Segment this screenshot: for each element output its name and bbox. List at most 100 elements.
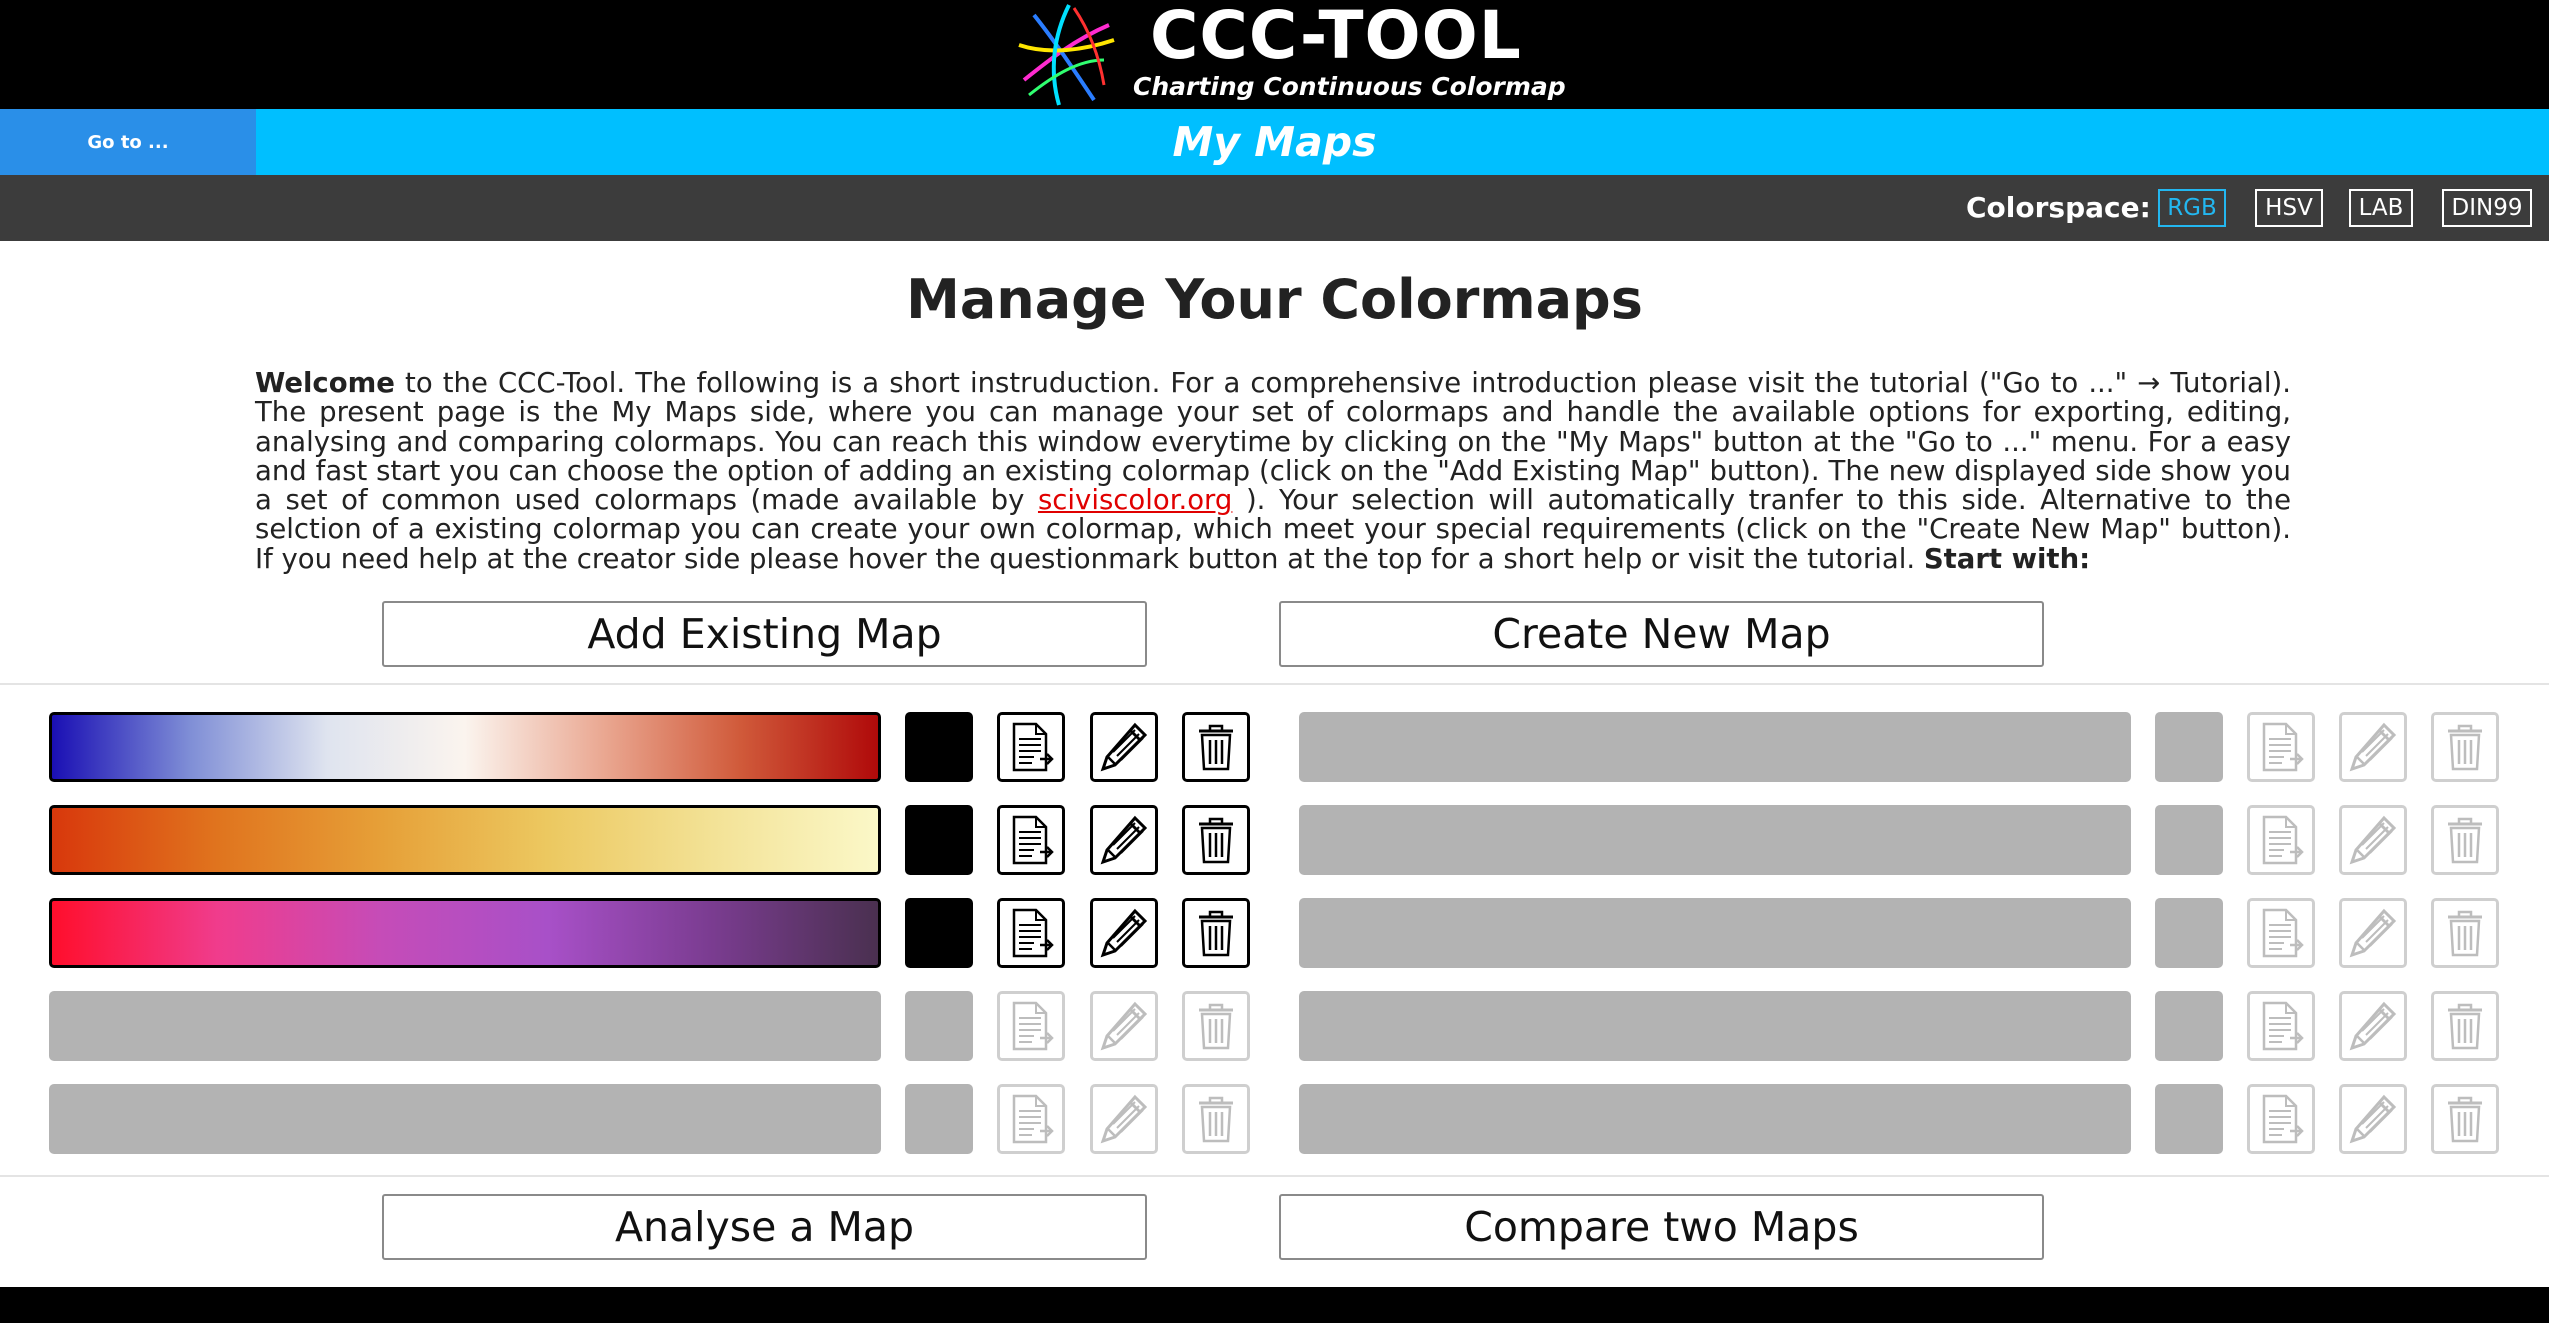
export-button-left-4	[997, 991, 1065, 1061]
delete-button-right-4	[2431, 991, 2499, 1061]
nan-color-swatch-left-1	[905, 712, 973, 782]
delete-button-left-3[interactable]	[1182, 898, 1250, 968]
nan-color-swatch-left-4	[905, 991, 973, 1061]
edit-button-right-4	[2339, 991, 2407, 1061]
nan-color-swatch-right-3	[2155, 898, 2223, 968]
intro-text: Welcome to the CCC-Tool. The following i…	[255, 367, 2291, 575]
edit-button-right-1	[2339, 712, 2407, 782]
edit-button-left-1[interactable]	[1090, 712, 1158, 782]
delete-button-right-2	[2431, 805, 2499, 875]
delete-button-left-1[interactable]	[1182, 712, 1250, 782]
nan-color-swatch-left-2	[905, 805, 973, 875]
compare-maps-button[interactable]: Compare two Maps	[1279, 1194, 2044, 1260]
nan-color-swatch-right-2	[2155, 805, 2223, 875]
nan-color-swatch-left-3	[905, 898, 973, 968]
add-existing-map-button[interactable]: Add Existing Map	[382, 601, 1147, 667]
app-title: CCC-TOOL	[1150, 0, 1522, 74]
colorspace-rgb-button[interactable]: RGB	[2158, 189, 2226, 227]
main-heading: Manage Your Colormaps	[906, 268, 1643, 331]
delete-trash-icon	[2440, 721, 2490, 773]
edit-pencil-icon	[2348, 814, 2398, 866]
colorspace-lab-button[interactable]: LAB	[2349, 189, 2413, 227]
edit-button-left-4	[1090, 991, 1158, 1061]
delete-trash-icon	[1191, 1093, 1241, 1145]
export-button-right-4	[2247, 991, 2315, 1061]
delete-trash-icon	[2440, 1093, 2490, 1145]
delete-trash-icon	[2440, 907, 2490, 959]
export-document-icon	[1006, 814, 1056, 866]
delete-button-right-1	[2431, 712, 2499, 782]
delete-trash-icon	[1191, 907, 1241, 959]
export-document-icon	[1006, 1093, 1056, 1145]
colormap-bar-right-2	[1299, 805, 2131, 875]
colormap-bar-right-5	[1299, 1084, 2131, 1154]
export-document-icon	[2256, 721, 2306, 773]
colormap-bar-right-4	[1299, 991, 2131, 1061]
export-document-icon	[1006, 1000, 1056, 1052]
delete-button-right-3	[2431, 898, 2499, 968]
delete-button-right-5	[2431, 1084, 2499, 1154]
export-button-right-2	[2247, 805, 2315, 875]
app-subtitle: Charting Continuous Colormap	[1133, 72, 1566, 101]
edit-button-left-5	[1090, 1084, 1158, 1154]
edit-pencil-icon	[2348, 721, 2398, 773]
delete-trash-icon	[1191, 814, 1241, 866]
colorspace-din99-button[interactable]: DIN99	[2442, 189, 2532, 227]
export-document-icon	[1006, 721, 1056, 773]
colorspace-bar: Colorspace: RGB HSV LAB DIN99	[0, 175, 2549, 241]
ccc-tool-logo-icon	[1018, 4, 1115, 106]
colormap-bar-right-1	[1299, 712, 2131, 782]
export-button-right-3	[2247, 898, 2315, 968]
colormap-bar-left-1[interactable]	[49, 712, 881, 782]
edit-pencil-icon	[2348, 1000, 2398, 1052]
edit-pencil-icon	[1099, 1000, 1149, 1052]
export-document-icon	[2256, 1093, 2306, 1145]
sciviscolor-link[interactable]: sciviscolor.org	[1038, 484, 1232, 516]
export-button-left-3[interactable]	[997, 898, 1065, 968]
colormap-bar-right-3	[1299, 898, 2131, 968]
nan-color-swatch-left-5	[905, 1084, 973, 1154]
edit-button-right-2	[2339, 805, 2407, 875]
edit-button-right-5	[2339, 1084, 2407, 1154]
export-document-icon	[1006, 907, 1056, 959]
nan-color-swatch-right-1	[2155, 712, 2223, 782]
colormap-bar-left-5	[49, 1084, 881, 1154]
analyse-map-button[interactable]: Analyse a Map	[382, 1194, 1147, 1260]
edit-pencil-icon	[2348, 907, 2398, 959]
header: CCC-TOOL Charting Continuous Colormap	[0, 0, 2549, 109]
delete-button-left-2[interactable]	[1182, 805, 1250, 875]
intro-start: Start with:	[1923, 542, 2091, 575]
create-new-map-button[interactable]: Create New Map	[1279, 601, 2044, 667]
delete-trash-icon	[2440, 1000, 2490, 1052]
edit-pencil-icon	[1099, 907, 1149, 959]
edit-pencil-icon	[1099, 721, 1149, 773]
export-button-right-1	[2247, 712, 2315, 782]
colormap-bar-left-2[interactable]	[49, 805, 881, 875]
colormap-bar-left-3[interactable]	[49, 898, 881, 968]
edit-button-right-3	[2339, 898, 2407, 968]
export-button-left-2[interactable]	[997, 805, 1065, 875]
delete-button-left-4	[1182, 991, 1250, 1061]
edit-pencil-icon	[1099, 814, 1149, 866]
colormap-bar-left-4	[49, 991, 881, 1061]
navbar: My Maps Go to ...	[0, 109, 2549, 175]
export-button-left-5	[997, 1084, 1065, 1154]
delete-trash-icon	[2440, 814, 2490, 866]
colorspace-label: Colorspace:	[1966, 191, 2151, 224]
edit-pencil-icon	[1099, 1093, 1149, 1145]
goto-menu-button[interactable]: Go to ...	[0, 109, 256, 175]
export-button-right-5	[2247, 1084, 2315, 1154]
footer	[0, 1287, 2549, 1323]
colorspace-hsv-button[interactable]: HSV	[2255, 189, 2323, 227]
page-title: My Maps	[1172, 118, 1377, 166]
edit-button-left-2[interactable]	[1090, 805, 1158, 875]
export-document-icon	[2256, 907, 2306, 959]
intro-welcome: Welcome	[255, 367, 395, 399]
delete-trash-icon	[1191, 721, 1241, 773]
edit-pencil-icon	[2348, 1093, 2398, 1145]
export-document-icon	[2256, 814, 2306, 866]
divider-top	[0, 683, 2549, 685]
edit-button-left-3[interactable]	[1090, 898, 1158, 968]
nan-color-swatch-right-5	[2155, 1084, 2223, 1154]
export-button-left-1[interactable]	[997, 712, 1065, 782]
